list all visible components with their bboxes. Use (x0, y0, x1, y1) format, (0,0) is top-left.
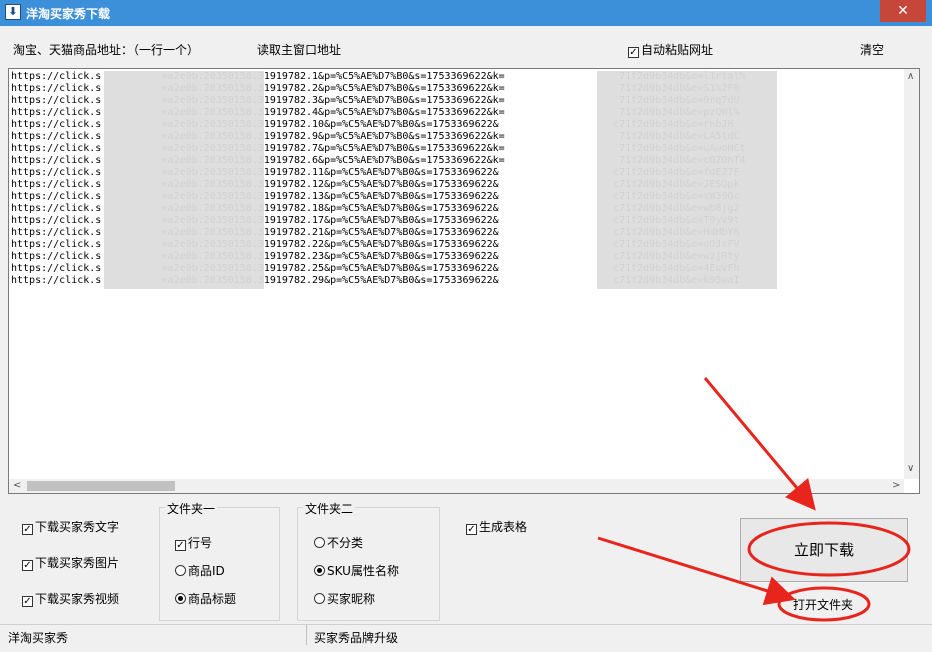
radio-selected-icon (314, 565, 325, 576)
scroll-left-icon[interactable]: < (13, 480, 21, 491)
auto-paste-label: 自动粘贴网址 (641, 43, 714, 57)
status-bar: 洋淘买家秀 买家秀品牌升级 (0, 624, 932, 652)
download-text-checkbox[interactable]: ✓ 下载买家秀文字 (22, 518, 119, 535)
close-button[interactable]: ✕ (880, 0, 926, 22)
status-left: 洋淘买家秀 (8, 631, 69, 645)
url-input-label: 淘宝、天猫商品地址：（一行一个） (13, 43, 200, 57)
scroll-down-icon[interactable]: ∨ (907, 463, 914, 474)
auto-paste-checkbox[interactable]: ✓ 自动粘贴网址 (628, 41, 713, 58)
sku-name-label: SKU属性名称 (327, 564, 399, 578)
redaction-mask (104, 71, 264, 289)
row-number-label: 行号 (188, 536, 213, 550)
redaction-mask (597, 71, 777, 289)
product-id-label: 商品ID (188, 564, 225, 578)
generate-table-label: 生成表格 (479, 520, 528, 534)
radio-icon (314, 593, 325, 604)
check-icon: ✓ (22, 524, 33, 535)
title-bar[interactable]: ⬇ 洋淘买家秀下载 ✕ (0, 0, 932, 26)
open-folder-button[interactable]: 打开文件夹 (793, 596, 853, 613)
check-icon: ✓ (466, 524, 477, 535)
status-divider (306, 625, 307, 645)
no-category-radio[interactable]: 不分类 (314, 534, 363, 551)
download-now-button[interactable]: 立即下载 (740, 518, 908, 582)
download-images-checkbox[interactable]: ✓ 下载买家秀图片 (22, 554, 119, 571)
sku-name-radio[interactable]: SKU属性名称 (314, 562, 399, 579)
radio-selected-icon (175, 593, 186, 604)
radio-icon (175, 565, 186, 576)
generate-table-checkbox[interactable]: ✓ 生成表格 (466, 518, 527, 535)
window-title: 洋淘买家秀下载 (26, 7, 111, 21)
buyer-nickname-label: 买家昵称 (327, 592, 376, 606)
product-id-radio[interactable]: 商品ID (175, 562, 225, 579)
no-category-label: 不分类 (327, 536, 364, 550)
product-title-radio[interactable]: 商品标题 (175, 590, 236, 607)
horizontal-scroll-thumb[interactable] (27, 481, 175, 491)
folder2-title: 文件夹二 (303, 500, 356, 517)
scroll-up-icon[interactable]: ∧ (907, 71, 914, 82)
buyer-nickname-radio[interactable]: 买家昵称 (314, 590, 375, 607)
download-video-checkbox[interactable]: ✓ 下载买家秀视频 (22, 590, 119, 607)
horizontal-scrollbar[interactable]: < > (9, 479, 904, 493)
status-right: 买家秀品牌升级 (314, 631, 399, 645)
folder1-title: 文件夹一 (165, 500, 218, 517)
read-main-window-link[interactable]: 读取主窗口地址 (257, 41, 341, 58)
clear-button[interactable]: 清空 (860, 41, 884, 58)
check-icon: ✓ (22, 560, 33, 571)
row-number-checkbox[interactable]: ✓ 行号 (175, 534, 212, 551)
vertical-scrollbar[interactable]: ∧ ∨ (904, 69, 919, 479)
download-images-label: 下载买家秀图片 (35, 556, 120, 570)
app-icon: ⬇ (5, 4, 21, 20)
radio-icon (314, 537, 325, 548)
download-text-label: 下载买家秀文字 (35, 520, 120, 534)
download-video-label: 下载买家秀视频 (35, 592, 120, 606)
check-icon: ✓ (628, 47, 639, 58)
scroll-right-icon[interactable]: > (892, 480, 900, 491)
product-title-label: 商品标题 (188, 592, 237, 606)
url-textarea[interactable]: https://click.s =a2e0b.20350158.31919782… (8, 68, 920, 494)
check-icon: ✓ (175, 540, 186, 551)
check-icon: ✓ (22, 596, 33, 607)
